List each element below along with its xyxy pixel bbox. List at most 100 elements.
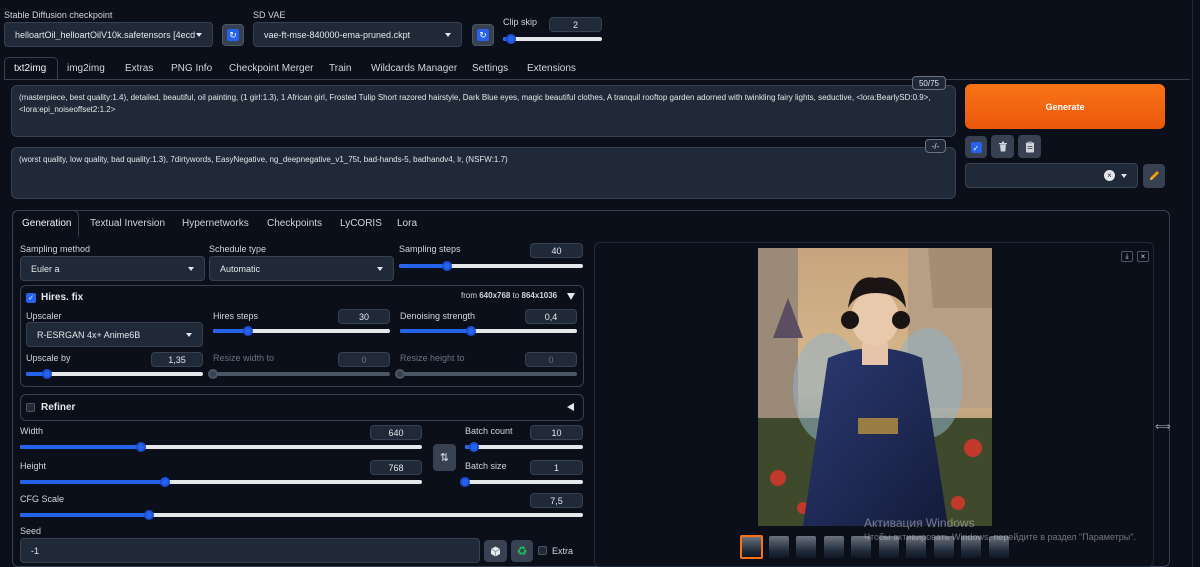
token-counter: 50/75 [912, 76, 946, 90]
batch-size-input[interactable]: 1 [530, 460, 583, 475]
refiner-label: Refiner [41, 402, 76, 413]
swap-dimensions-button[interactable]: ⇅ [433, 444, 456, 471]
styles-select[interactable]: × [965, 163, 1138, 188]
height-slider[interactable] [20, 475, 422, 489]
swap-icon: ⇅ [439, 452, 450, 464]
tab-settings[interactable]: Settings [472, 63, 508, 74]
close-icon[interactable]: × [1104, 170, 1115, 181]
refiner-checkbox[interactable] [26, 403, 35, 412]
slider-thumb[interactable] [505, 34, 516, 44]
tab-wildcards-manager[interactable]: Wildcards Manager [371, 63, 457, 74]
collapse-triangle-icon[interactable] [567, 293, 575, 300]
hires-steps-slider[interactable] [213, 324, 390, 338]
slider-thumb[interactable] [144, 510, 155, 520]
clip-skip-label: Clip skip [503, 17, 538, 27]
subtab-generation[interactable]: Generation [22, 218, 71, 229]
download-icon[interactable]: ⤓ [1121, 251, 1133, 262]
clip-skip-input[interactable]: 2 [549, 17, 602, 32]
slider-thumb[interactable] [469, 442, 480, 452]
tab-extras[interactable]: Extras [125, 63, 153, 74]
height-input[interactable]: 768 [370, 460, 422, 475]
seed-input[interactable]: -1 [20, 538, 480, 563]
width-input[interactable]: 640 [370, 425, 422, 440]
cfg-scale-input[interactable]: 7,5 [530, 493, 583, 508]
dice-icon [490, 546, 501, 556]
batch-count-slider[interactable] [465, 440, 583, 454]
reuse-seed-button[interactable]: ♻ [511, 540, 533, 562]
extra-seed-checkbox[interactable] [538, 546, 547, 555]
checkpoint-refresh-button[interactable]: ↻ [222, 24, 244, 46]
chevron-down-icon [186, 332, 192, 337]
tab-checkpoint-merger[interactable]: Checkpoint Merger [229, 63, 313, 74]
cfg-scale-label: CFG Scale [20, 494, 65, 504]
clip-skip-slider[interactable] [503, 32, 602, 46]
slider-thumb[interactable] [460, 477, 470, 487]
slider-thumb[interactable] [243, 326, 254, 336]
tab-png-info[interactable]: PNG Info [171, 63, 212, 74]
generated-image[interactable] [758, 248, 992, 526]
batch-size-label: Batch size [465, 461, 507, 471]
close-icon[interactable]: × [1137, 251, 1149, 262]
tab-txt2img-label[interactable]: txt2img [14, 63, 46, 74]
upscale-by-slider[interactable] [26, 367, 203, 381]
subtab-checkpoints[interactable]: Checkpoints [267, 218, 322, 229]
width-slider[interactable] [20, 440, 422, 454]
cfg-scale-slider[interactable] [20, 508, 583, 522]
negative-prompt-textarea[interactable]: (worst quality, low quality, bad quality… [11, 147, 956, 199]
slider-thumb[interactable] [441, 261, 452, 271]
slider-thumb[interactable] [135, 442, 146, 452]
checkpoint-label: Stable Diffusion checkpoint [4, 10, 113, 20]
tab-train[interactable]: Train [329, 63, 351, 74]
hires-fix-label: Hires. fix [41, 292, 84, 303]
windows-watermark-title: Активация Windows [864, 516, 975, 530]
subtab-hypernetworks[interactable]: Hypernetworks [182, 218, 249, 229]
clear-prompt-button[interactable] [991, 135, 1014, 158]
apply-styles-button[interactable]: ✓ [965, 136, 987, 158]
subtab-textual-inversion[interactable]: Textual Inversion [90, 218, 165, 229]
hires-fix-checkbox[interactable]: ✓ [26, 293, 36, 303]
seed-value: -1 [31, 545, 40, 556]
page-scrollbar[interactable] [1192, 0, 1193, 567]
chevron-down-icon [196, 32, 202, 37]
schedule-type-select[interactable]: Automatic [209, 256, 394, 281]
checkpoint-select[interactable]: helloartOil_helloartOilV10k.safetensors … [4, 22, 213, 47]
pencil-icon [1150, 171, 1159, 180]
generate-button[interactable]: Generate [965, 84, 1165, 129]
gallery-thumbnail[interactable] [769, 536, 789, 558]
paste-button[interactable] [1018, 135, 1041, 158]
random-seed-button[interactable] [484, 540, 507, 562]
positive-prompt-textarea[interactable]: (masterpiece, best quality:1.4), detaile… [11, 85, 956, 137]
batch-count-input[interactable]: 10 [530, 425, 583, 440]
resize-width-input: 0 [338, 352, 390, 367]
tab-img2img[interactable]: img2img [67, 63, 105, 74]
subtab-lycoris[interactable]: LyCORIS [340, 218, 382, 229]
denoising-slider[interactable] [400, 324, 577, 338]
upscale-by-input[interactable]: 1,35 [151, 352, 203, 367]
resize-handle-icon[interactable]: ⟺ [1155, 420, 1171, 436]
refresh-icon: ↻ [477, 29, 489, 41]
check-icon: ✓ [970, 141, 982, 153]
gallery-thumbnail[interactable] [824, 536, 844, 558]
slider-thumb[interactable] [465, 326, 476, 336]
sampling-steps-input[interactable]: 40 [530, 243, 583, 258]
sampling-steps-slider[interactable] [399, 259, 583, 273]
subtab-lora[interactable]: Lora [397, 218, 417, 229]
vae-refresh-button[interactable]: ↻ [472, 24, 494, 46]
slider-thumb[interactable] [42, 369, 53, 379]
generated-image-art [758, 248, 992, 526]
vae-select[interactable]: vae-ft-mse-840000-ema-pruned.ckpt [253, 22, 462, 47]
edit-styles-button[interactable] [1143, 164, 1165, 188]
batch-size-slider[interactable] [460, 475, 583, 489]
expand-triangle-icon[interactable] [567, 403, 574, 411]
hires-steps-input[interactable]: 30 [338, 309, 390, 324]
resize-height-label: Resize height to [400, 353, 465, 363]
sampling-method-select[interactable]: Euler a [20, 256, 205, 281]
slider-thumb[interactable] [159, 477, 170, 487]
denoising-input[interactable]: 0,4 [525, 309, 577, 324]
tab-extensions[interactable]: Extensions [527, 63, 576, 74]
chevron-down-icon [377, 266, 383, 271]
sampling-method-value: Euler a [31, 263, 60, 274]
gallery-thumbnail[interactable] [740, 535, 763, 559]
gallery-thumbnail[interactable] [796, 536, 816, 558]
upscaler-select[interactable]: R-ESRGAN 4x+ Anime6B [26, 322, 203, 347]
